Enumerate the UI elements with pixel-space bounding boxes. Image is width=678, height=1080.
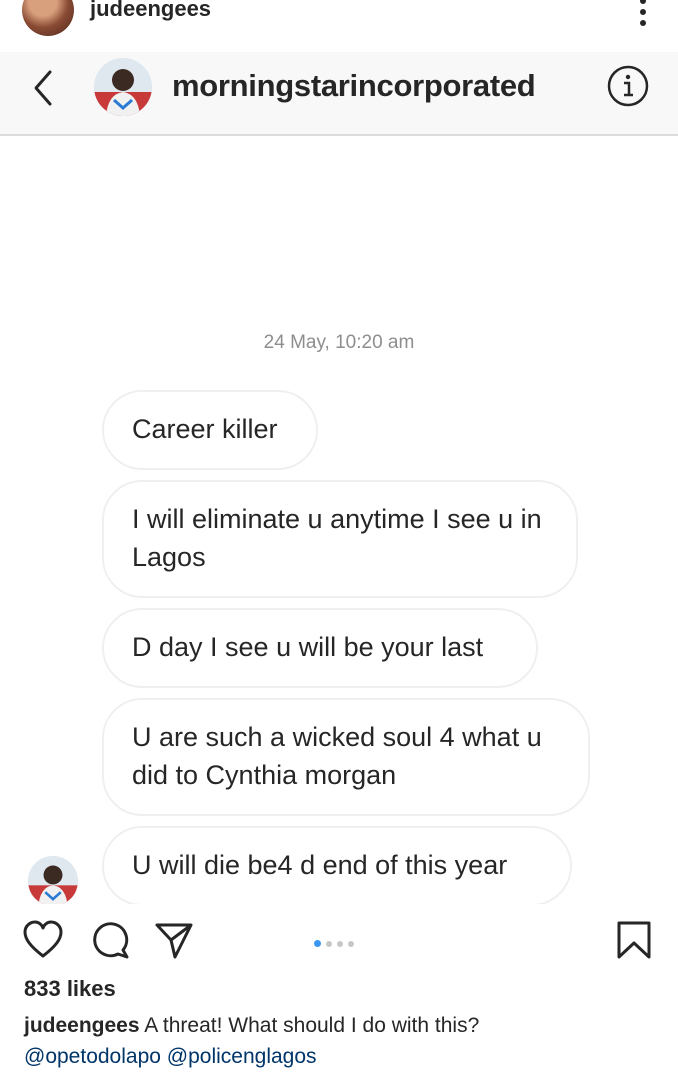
comment-icon[interactable]	[90, 920, 130, 960]
person-photo-icon	[28, 856, 78, 904]
post-author-avatar[interactable]	[22, 0, 74, 36]
sender-avatar	[28, 856, 78, 904]
post-caption: judeengees A threat! What should I do wi…	[24, 1010, 664, 1072]
carousel-dot	[348, 941, 354, 947]
message-bubble: D day I see u will be your last	[102, 608, 538, 688]
heart-icon[interactable]	[22, 920, 64, 960]
mention-link[interactable]: @opetodolapo	[24, 1045, 161, 1068]
message-bubble: Career killer	[102, 390, 318, 470]
caption-text: A threat! What should I do with this?	[144, 1014, 480, 1037]
message-timestamp: 24 May, 10:20 am	[263, 332, 415, 353]
bookmark-icon[interactable]	[616, 920, 652, 960]
carousel-dot	[337, 941, 343, 947]
dm-header: morningstarincorporated	[0, 52, 678, 136]
post-header: judeengees	[0, 0, 678, 50]
message-bubble: U are such a wicked soul 4 what u did to…	[102, 698, 590, 816]
likes-count[interactable]: 833 likes	[24, 976, 116, 1002]
caption-username[interactable]: judeengees	[24, 1014, 140, 1037]
chevron-left-icon[interactable]	[30, 68, 58, 108]
person-photo-icon	[94, 58, 152, 116]
more-vertical-icon[interactable]	[638, 0, 648, 28]
message-bubble: U will die be4 d end of this year	[102, 826, 572, 904]
carousel-dot-active	[314, 940, 321, 947]
carousel-indicator	[314, 934, 359, 952]
post-action-bar	[0, 904, 678, 974]
post-author-username[interactable]: judeengees	[90, 0, 211, 22]
send-icon[interactable]	[154, 920, 194, 960]
carousel-dot	[326, 941, 332, 947]
mention-link[interactable]: @policenglagos	[167, 1045, 317, 1068]
post-image: morningstarincorporated 24 May, 10:20 am…	[0, 52, 678, 904]
message-bubble: I will eliminate u anytime I see u in La…	[102, 480, 578, 598]
dm-contact-avatar[interactable]	[94, 58, 152, 116]
info-icon[interactable]	[606, 64, 650, 108]
dm-contact-username[interactable]: morningstarincorporated	[172, 68, 536, 104]
